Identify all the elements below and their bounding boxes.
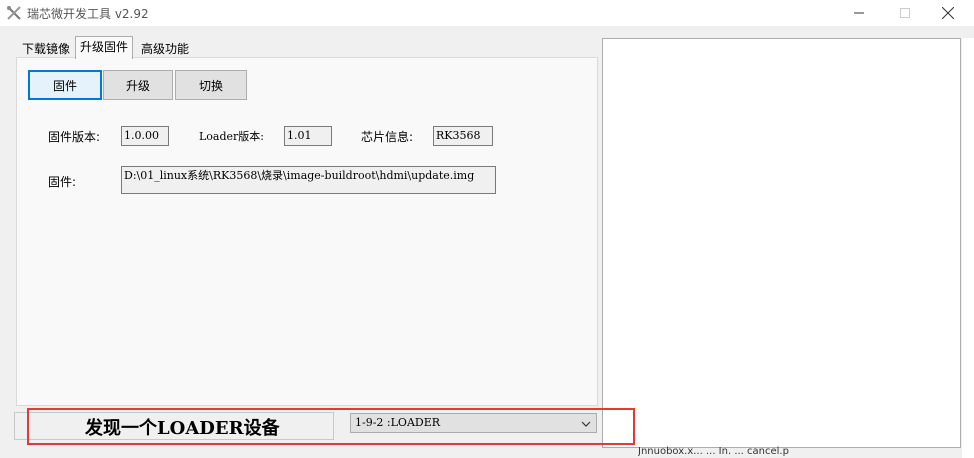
- close-icon: [942, 7, 954, 19]
- highlight-box: [27, 408, 635, 445]
- log-output-panel: [602, 38, 961, 448]
- title-bar: 瑞芯微开发工具 v2.92: [0, 0, 974, 26]
- window-title: 瑞芯微开发工具 v2.92: [27, 7, 149, 21]
- firmware-path-label: 固件:: [48, 175, 77, 189]
- tab-download-image[interactable]: 下载镜像: [18, 39, 74, 59]
- close-button[interactable]: [925, 0, 971, 26]
- tab-advanced[interactable]: 高级功能: [137, 39, 193, 59]
- tab-upgrade-firmware[interactable]: 升级固件: [75, 36, 134, 59]
- minimize-icon: [854, 12, 864, 14]
- background-window-fragment: Jnnuobox.x... ... In. ... cancel.p: [638, 446, 789, 457]
- minimize-button[interactable]: [836, 0, 882, 26]
- loader-version-label: Loader版本:: [199, 130, 265, 143]
- maximize-button[interactable]: [882, 0, 928, 26]
- chip-info-label: 芯片信息:: [361, 130, 414, 144]
- upgrade-button[interactable]: 升级: [103, 70, 173, 100]
- firmware-version-field: 1.0.00: [121, 126, 169, 146]
- firmware-version-label: 固件版本:: [48, 130, 101, 144]
- firmware-path-field: D:\01_linux系统\RK3568\烧录\image-buildroot\…: [121, 166, 496, 194]
- background-window-edge: [962, 38, 974, 458]
- chip-info-field: RK3568: [433, 126, 493, 146]
- switch-button[interactable]: 切换: [175, 70, 247, 100]
- tools-icon: [6, 5, 22, 21]
- upgrade-firmware-panel: [16, 57, 598, 406]
- firmware-button[interactable]: 固件: [28, 70, 102, 100]
- loader-version-field: 1.01: [284, 126, 332, 146]
- maximize-icon: [900, 8, 910, 18]
